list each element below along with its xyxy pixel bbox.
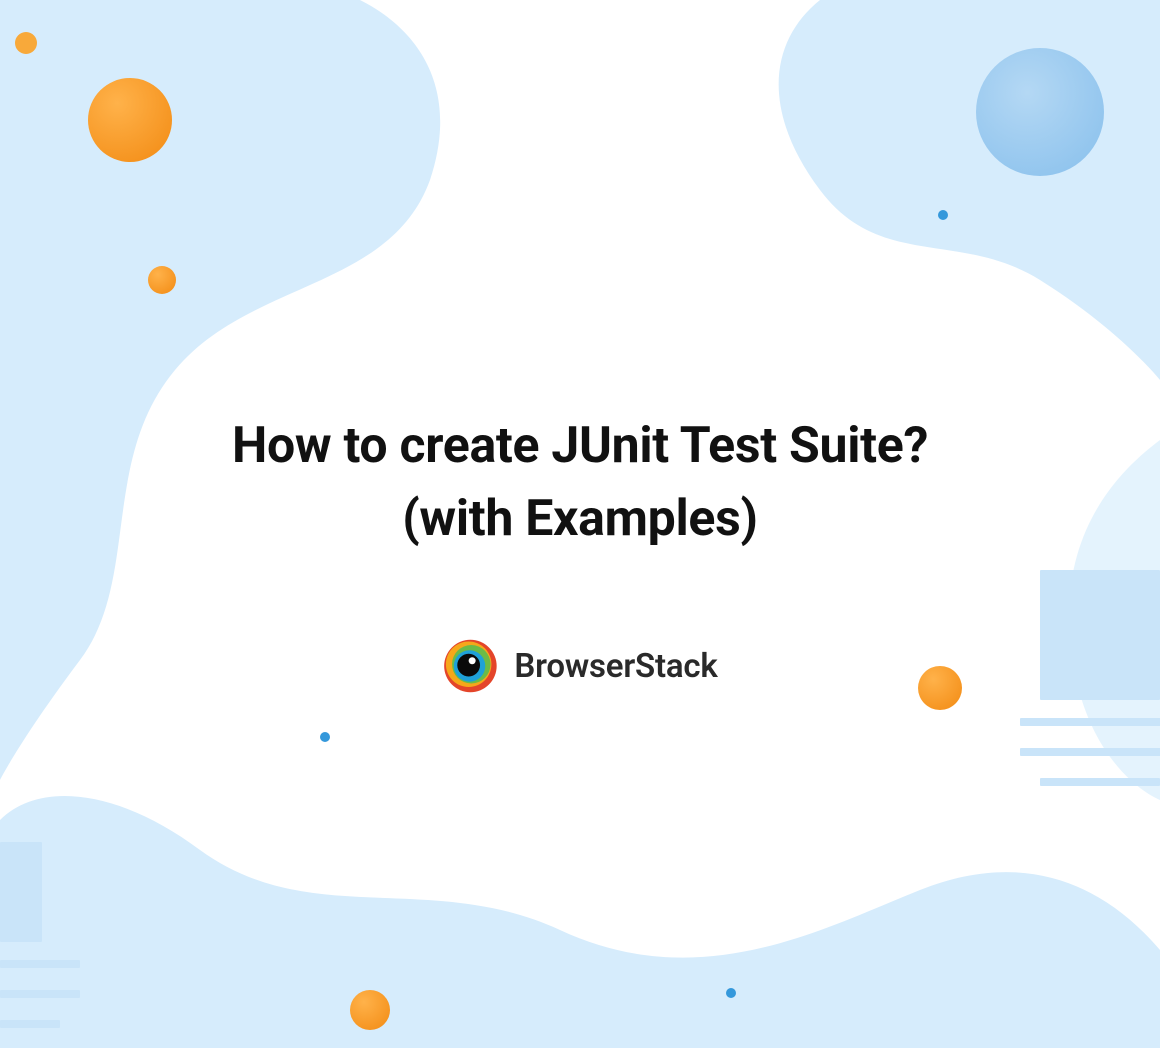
brand-logo: BrowserStack bbox=[442, 638, 717, 694]
circle-orange-large bbox=[88, 78, 172, 162]
brand-name: BrowserStack bbox=[514, 647, 717, 686]
dot-blue-right bbox=[726, 988, 736, 998]
dot-blue-top bbox=[938, 210, 948, 220]
circle-orange-right bbox=[918, 666, 962, 710]
decor-stripes-right bbox=[1020, 570, 1160, 808]
circle-orange-tiny-topleft bbox=[15, 32, 37, 54]
circle-orange-small bbox=[148, 266, 176, 294]
browserstack-logo-icon bbox=[442, 638, 498, 694]
dot-blue-middle bbox=[320, 732, 330, 742]
decor-stripes-left bbox=[0, 842, 80, 1050]
circle-blue-large bbox=[976, 48, 1104, 176]
page-title: How to create JUnit Test Suite? (with Ex… bbox=[180, 410, 980, 555]
circle-orange-bottom bbox=[350, 990, 390, 1030]
